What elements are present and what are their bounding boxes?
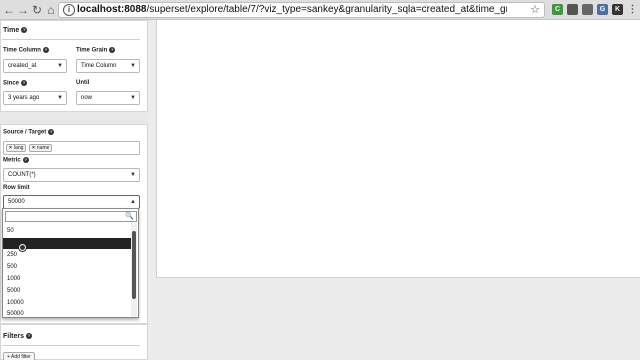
info-icon[interactable]: i bbox=[63, 4, 75, 16]
caret-up-icon: ▲ bbox=[130, 199, 136, 205]
tag-lang[interactable]: × lang bbox=[6, 144, 27, 152]
remove-tag-icon[interactable]: × bbox=[9, 145, 12, 151]
back-arrow-icon[interactable]: ← bbox=[2, 3, 16, 17]
help-icon[interactable]: ? bbox=[21, 80, 28, 86]
chart-area bbox=[156, 20, 640, 278]
time-grain-value: Time Column bbox=[81, 63, 117, 69]
caret-down-icon: ▼ bbox=[57, 95, 63, 101]
since-select[interactable]: 3 years ago ▼ bbox=[3, 91, 67, 105]
until-select[interactable]: now ▼ bbox=[76, 91, 140, 105]
section-divider bbox=[2, 39, 140, 40]
address-bar[interactable]: i localhost:8088/superset/explore/table/… bbox=[58, 2, 545, 18]
time-column-select[interactable]: created_at ▼ bbox=[3, 59, 67, 73]
row-limit-value: 50000 bbox=[8, 199, 25, 205]
caret-down-icon: ▼ bbox=[130, 172, 136, 178]
help-icon[interactable]: ? bbox=[109, 47, 116, 53]
filters-title: Filters? bbox=[3, 333, 33, 340]
url-text[interactable]: localhost:8088/superset/explore/table/7/… bbox=[77, 3, 507, 17]
until-label: Until bbox=[76, 80, 90, 86]
home-icon[interactable]: ⌂ bbox=[44, 3, 58, 17]
bookmark-star-icon[interactable]: ☆ bbox=[530, 3, 540, 17]
url-path: /superset/explore/table/7/?viz_type=sank… bbox=[146, 4, 507, 15]
row-limit-option[interactable]: 500 bbox=[3, 262, 131, 273]
caret-down-icon: ▼ bbox=[130, 63, 136, 69]
filters-title-text: Filters bbox=[3, 333, 25, 340]
url-host: localhost:8088 bbox=[77, 4, 147, 15]
tag-text: name bbox=[36, 145, 50, 151]
grid-icon[interactable]: G bbox=[597, 4, 608, 15]
help-icon[interactable]: ? bbox=[22, 157, 29, 163]
row-limit-option[interactable]: 5000 bbox=[3, 286, 131, 297]
metric-label: Metric? bbox=[3, 157, 29, 164]
since-label-text: Since bbox=[3, 80, 20, 87]
reload-icon[interactable]: ↻ bbox=[30, 3, 44, 17]
source-target-label: Source / Target? bbox=[3, 129, 55, 136]
time-column-label: Time Column? bbox=[3, 47, 49, 54]
row-limit-option[interactable]: 50000 bbox=[3, 309, 131, 320]
until-value: now bbox=[81, 95, 93, 101]
since-value: 3 years ago bbox=[8, 95, 40, 101]
add-filter-button[interactable]: + Add filter bbox=[3, 352, 35, 360]
help-icon[interactable]: ? bbox=[21, 27, 28, 34]
time-section: Time? Time Column? created_at ▼ Time Gra… bbox=[0, 20, 148, 112]
time-section-title: Time? bbox=[3, 27, 28, 34]
row-limit-search-input[interactable]: 🔍 bbox=[5, 211, 137, 222]
metric-label-text: Metric bbox=[3, 157, 21, 164]
row-limit-option[interactable]: 10000 bbox=[3, 298, 131, 309]
metric-select[interactable]: COUNT(*) ▼ bbox=[3, 168, 140, 182]
caret-down-icon: ▼ bbox=[57, 63, 63, 69]
row-limit-label: Row limit bbox=[3, 185, 30, 191]
row-limit-select[interactable]: 50000 ▲ bbox=[3, 195, 140, 209]
row-limit-dropdown-menu: 🔍 50 250 500 1000 5000 10000 50000 bbox=[2, 208, 139, 318]
search-icon[interactable]: 🔍 bbox=[125, 212, 134, 221]
time-grain-label-text: Time Grain bbox=[76, 47, 108, 54]
screen-icon[interactable] bbox=[582, 4, 593, 15]
filters-section: Filters? + Add filter bbox=[0, 324, 148, 360]
mouse-cursor-icon bbox=[19, 244, 26, 251]
menu-scrollbar-thumb[interactable] bbox=[132, 231, 136, 299]
caret-down-icon: ▼ bbox=[130, 95, 136, 101]
tag-name[interactable]: × name bbox=[29, 144, 53, 152]
time-grain-label: Time Grain? bbox=[76, 47, 116, 54]
time-grain-select[interactable]: Time Column ▼ bbox=[76, 59, 140, 73]
source-target-label-text: Source / Target bbox=[3, 129, 47, 136]
k-icon[interactable]: K bbox=[612, 4, 623, 15]
help-icon[interactable]: ? bbox=[48, 129, 55, 135]
menu-icon[interactable]: ⋮ bbox=[627, 4, 638, 15]
row-limit-option[interactable]: 1000 bbox=[3, 274, 131, 285]
time-title-text: Time bbox=[3, 27, 20, 34]
source-target-select[interactable]: × lang × name bbox=[3, 141, 140, 155]
time-column-label-text: Time Column bbox=[3, 47, 41, 54]
row-limit-option[interactable]: 250 bbox=[3, 250, 131, 261]
tag-text: lang bbox=[13, 145, 24, 151]
help-icon[interactable]: ? bbox=[26, 333, 33, 340]
section-divider bbox=[2, 345, 140, 346]
since-label: Since? bbox=[3, 80, 28, 87]
row-limit-option[interactable]: 50 bbox=[3, 226, 131, 237]
time-column-value: created_at bbox=[8, 63, 37, 69]
help-icon[interactable]: ? bbox=[42, 47, 49, 53]
cast-icon[interactable] bbox=[567, 4, 578, 15]
metric-value: COUNT(*) bbox=[8, 172, 36, 178]
forward-arrow-icon[interactable]: → bbox=[16, 3, 30, 17]
remove-tag-icon[interactable]: × bbox=[32, 145, 35, 151]
chrome-ext-icon[interactable]: C bbox=[552, 4, 563, 15]
browser-toolbar: ← → ↻ ⌂ i localhost:8088/superset/explor… bbox=[0, 0, 640, 20]
